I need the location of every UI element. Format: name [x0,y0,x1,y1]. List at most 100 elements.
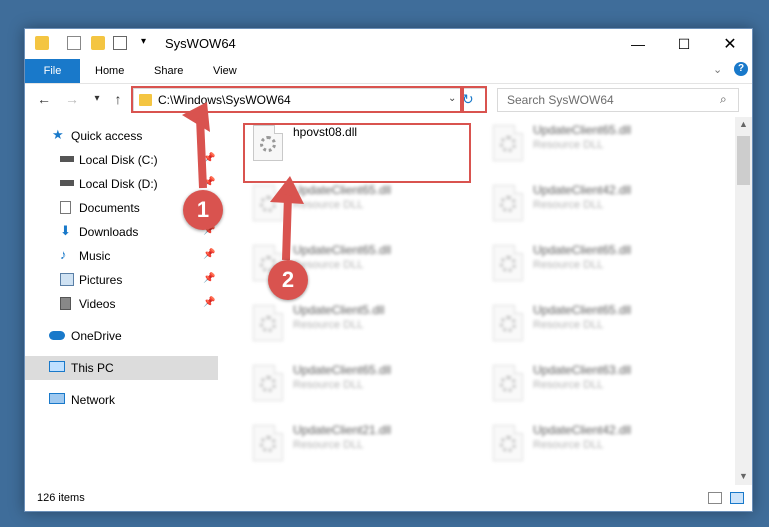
file-item[interactable]: UpdateClient65.dll Resource DLL [485,117,711,173]
tab-home[interactable]: Home [95,59,124,83]
help-icon[interactable]: ? [734,62,748,76]
sidebar-item-label: Quick access [71,129,143,143]
file-name: UpdateClient65.dll [533,243,632,257]
minimize-button[interactable]: — [615,29,661,59]
window-title: SysWOW64 [165,36,236,51]
sidebar-item-quick-access[interactable]: ★ Quick access [25,124,218,148]
computer-icon [49,361,65,372]
file-item[interactable]: UpdateClient65.dll Resource DLL [485,237,711,293]
sidebar-item-music[interactable]: ♪ Music 📌 [25,244,218,268]
file-item[interactable]: UpdateClient42.dll Resource DLL [485,417,711,473]
file-item[interactable]: UpdateClient65.dll Resource DLL [485,297,711,353]
status-bar: 126 items [25,487,752,511]
tab-share[interactable]: Share [154,59,183,83]
sidebar-item-label: OneDrive [71,329,122,343]
file-type: Resource DLL [533,439,604,451]
file-item-hpovst08[interactable]: hpovst08.dll [245,117,471,173]
sidebar-item-network[interactable]: Network [25,388,218,412]
file-explorer-window: ▾ SysWOW64 — ☐ ✕ File Home Share View ⌄ … [24,28,753,512]
file-type: Resource DLL [533,319,604,331]
file-name: UpdateClient42.dll [533,423,632,437]
properties-icon[interactable] [67,36,81,50]
gear-icon [500,256,516,272]
file-name: UpdateClient5.dll [293,303,385,317]
maximize-button[interactable]: ☐ [661,29,707,59]
sidebar-item-local-disk-c[interactable]: Local Disk (C:) 📌 [25,148,218,172]
up-button[interactable]: ↑ [109,89,127,109]
sidebar-item-this-pc[interactable]: This PC [25,356,218,380]
customize-toolbar-icon[interactable] [113,36,127,50]
large-icons-view-icon[interactable] [730,492,744,504]
scroll-thumb[interactable] [737,136,750,185]
sidebar-item-pictures[interactable]: Pictures 📌 [25,268,218,292]
pin-icon[interactable]: 📌 [203,273,215,284]
pin-icon[interactable]: 📌 [203,297,215,308]
search-icon[interactable]: ⌕ [720,92,727,107]
file-item[interactable]: UpdateClient42.dll Resource DLL [485,177,711,233]
dll-file-icon [493,305,523,341]
pin-icon[interactable]: 📌 [203,153,215,164]
file-name: UpdateClient65.dll [293,363,392,377]
tab-view[interactable]: View [213,59,237,83]
toolbar-dropdown-icon[interactable]: ▾ [141,36,146,47]
file-name: UpdateClient65.dll [293,183,392,197]
star-icon: ★ [52,127,64,142]
file-name: UpdateClient65.dll [533,303,632,317]
file-name: UpdateClient65.dll [533,123,632,137]
file-type: Resource DLL [533,139,604,151]
sidebar-item-local-disk-d[interactable]: Local Disk (D:) 📌 [25,172,218,196]
ribbon-expand-icon[interactable]: ⌄ [713,63,722,76]
pin-icon[interactable]: 📌 [203,177,215,188]
file-type: Resource DLL [533,259,604,271]
sidebar-item-videos[interactable]: Videos 📌 [25,292,218,316]
pin-icon[interactable]: 📌 [203,249,215,260]
sidebar-item-label: This PC [71,361,114,375]
file-item[interactable]: UpdateClient65.dll Resource DLL [245,177,471,233]
sidebar-item-label: Local Disk (C:) [79,153,158,167]
dll-file-icon [253,305,283,341]
item-count: 126 items [37,492,85,504]
details-view-icon[interactable] [708,492,722,504]
dll-file-icon [493,125,523,161]
cloud-icon [49,331,65,340]
tab-file[interactable]: File [25,59,80,83]
close-button[interactable]: ✕ [707,29,753,59]
dll-file-icon [493,245,523,281]
sidebar-item-label: Downloads [79,225,139,239]
folder-icon [35,36,49,50]
file-item[interactable]: UpdateClient21.dll Resource DLL [245,417,471,473]
sidebar-item-label: Pictures [79,273,123,287]
file-list: hpovst08.dll UpdateClient65.dll Resource… [235,117,735,485]
file-item[interactable]: UpdateClient63.dll Resource DLL [485,357,711,413]
ribbon: File Home Share View ⌄ ? [25,59,752,84]
sidebar-item-label: Documents [79,201,140,215]
new-folder-icon[interactable] [91,36,105,50]
videos-icon [60,297,71,310]
file-type: Resource DLL [533,199,604,211]
sidebar-item-label: Videos [79,297,116,311]
documents-icon [60,201,71,214]
dll-file-icon [253,125,283,161]
search-placeholder[interactable]: Search SysWOW64 [507,93,614,107]
file-type: Resource DLL [293,439,364,451]
address-highlight [131,86,462,113]
back-button[interactable]: ← [35,89,53,109]
gear-icon [260,436,276,452]
file-item[interactable]: UpdateClient65.dll Resource DLL [245,357,471,413]
dll-file-icon [493,425,523,461]
navigation-pane: ★ Quick access Local Disk (C:) 📌 Local D… [25,117,218,487]
search-box[interactable]: Search SysWOW64 ⌕ [497,88,739,112]
gear-icon [260,316,276,332]
scroll-down-icon[interactable]: ▼ [739,471,748,481]
network-icon [49,393,65,404]
file-type: Resource DLL [293,379,364,391]
recent-locations-icon[interactable]: ▾ [88,89,106,109]
scroll-up-icon[interactable]: ▲ [739,119,748,129]
forward-button[interactable]: → [63,89,81,109]
file-item[interactable]: UpdateClient5.dll Resource DLL [245,297,471,353]
dll-file-icon [253,185,283,221]
sidebar-item-onedrive[interactable]: OneDrive [25,324,218,348]
vertical-scrollbar[interactable]: ▲ ▼ [735,117,752,485]
dll-file-icon [493,185,523,221]
file-name: UpdateClient63.dll [533,363,632,377]
